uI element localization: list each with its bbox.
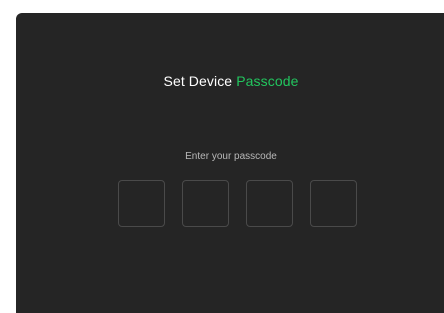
dialog-title: Set Device Passcode: [16, 73, 444, 89]
passcode-dialog: Set Device Passcode Enter your passcode: [16, 13, 444, 313]
passcode-digit-2[interactable]: [182, 180, 229, 227]
title-accent: Passcode: [236, 73, 299, 89]
passcode-hint: Enter your passcode: [185, 151, 277, 162]
passcode-digit-3[interactable]: [246, 180, 293, 227]
passcode-input-group: [118, 180, 357, 227]
passcode-digit-4[interactable]: [310, 180, 357, 227]
title-prefix: Set Device: [163, 73, 233, 89]
passcode-digit-1[interactable]: [118, 180, 165, 227]
